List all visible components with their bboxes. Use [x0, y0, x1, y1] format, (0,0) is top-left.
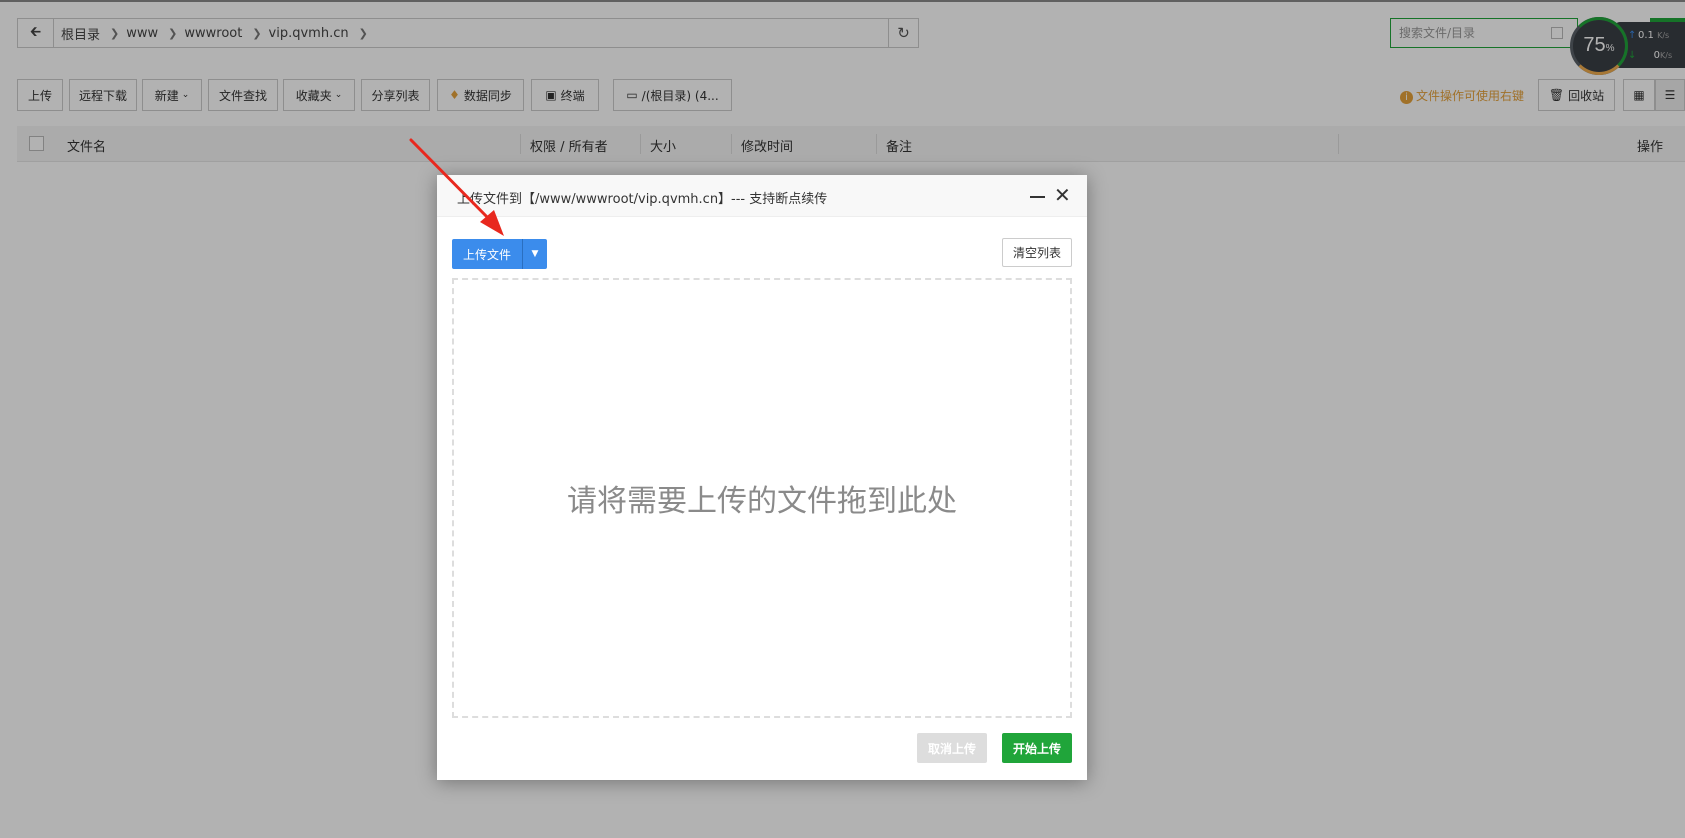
minimize-icon[interactable] [1030, 196, 1045, 198]
cancel-upload-button[interactable]: 取消上传 [917, 733, 987, 763]
start-upload-button[interactable]: 开始上传 [1002, 733, 1072, 763]
drop-zone[interactable]: 请将需要上传的文件拖到此处 [452, 278, 1072, 718]
dialog-header: 上传文件到【/www/wwwroot/vip.qvmh.cn】--- 支持断点续… [437, 175, 1087, 217]
upload-dialog: 上传文件到【/www/wwwroot/vip.qvmh.cn】--- 支持断点续… [437, 175, 1087, 780]
upload-file-button[interactable]: 上传文件 [452, 239, 522, 269]
close-icon[interactable]: ✕ [1054, 184, 1071, 206]
clear-list-button[interactable]: 清空列表 [1002, 238, 1072, 267]
drop-zone-text: 请将需要上传的文件拖到此处 [567, 484, 957, 519]
dialog-title: 上传文件到【/www/wwwroot/vip.qvmh.cn】--- 支持断点续… [457, 192, 828, 207]
caret-down-icon[interactable]: ▼ [522, 239, 547, 269]
